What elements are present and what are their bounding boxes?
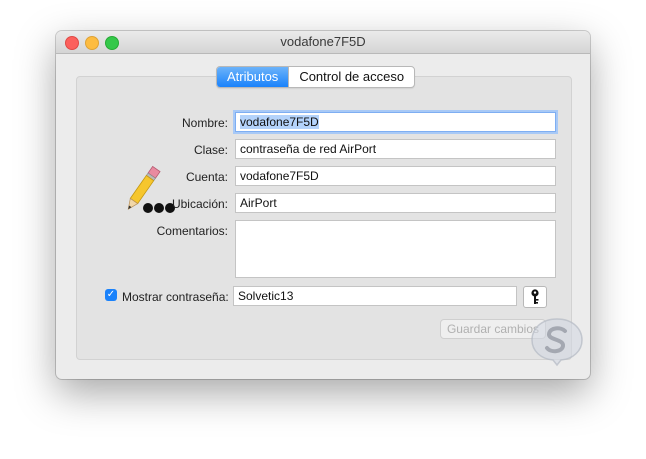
show-password-checkbox[interactable]: ✓ — [105, 289, 117, 301]
comments-textarea[interactable] — [235, 220, 556, 278]
key-icon — [531, 289, 539, 304]
location-label: Ubicación: — [171, 197, 228, 211]
segmented-tabs: Atributos Control de acceso — [216, 66, 416, 88]
solvetic-logo-icon — [531, 318, 583, 367]
tab-atributos[interactable]: Atributos — [217, 67, 289, 87]
name-field-value: vodafone7F5D — [240, 115, 319, 129]
name-label: Nombre: — [181, 116, 228, 130]
show-password-label[interactable]: Mostrar contraseña: — [122, 290, 229, 304]
account-label: Cuenta: — [185, 170, 228, 184]
comments-label: Comentarios: — [156, 224, 228, 238]
window-title: vodafone7F5D — [280, 34, 366, 49]
name-field[interactable]: vodafone7F5D — [235, 112, 556, 132]
kind-label: Clase: — [193, 143, 228, 157]
password-field[interactable]: Solvetic13 — [233, 286, 517, 306]
kind-field[interactable]: contraseña de red AirPort — [235, 139, 556, 159]
key-button[interactable] — [523, 286, 547, 308]
tab-control-de-acceso[interactable]: Control de acceso — [288, 67, 414, 87]
location-field[interactable]: AirPort — [235, 193, 556, 213]
keychain-item-window: vodafone7F5D Atributos Control de acceso… — [56, 31, 590, 379]
account-field[interactable]: vodafone7F5D — [235, 166, 556, 186]
title-bar[interactable]: vodafone7F5D — [56, 31, 590, 54]
